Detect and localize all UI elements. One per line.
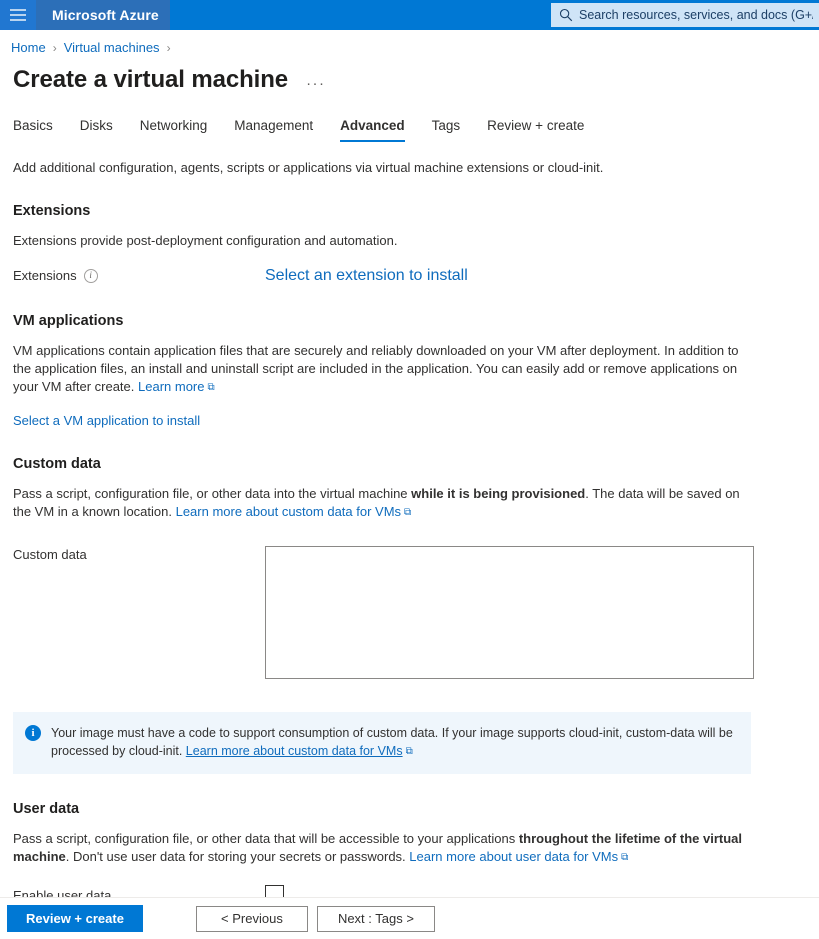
vm-applications-heading: VM applications — [13, 313, 124, 329]
more-actions-button[interactable]: ··· — [306, 69, 326, 92]
user-data-description-part2: . Don't use user data for storing your s… — [65, 849, 410, 864]
global-search-box[interactable]: Search resources, services, and docs (G+… — [551, 3, 819, 27]
panel-intro-text: Add additional configuration, agents, sc… — [13, 160, 604, 175]
next-tags-button[interactable]: Next : Tags > — [316, 905, 435, 932]
vm-applications-description-text: VM applications contain application file… — [13, 343, 739, 394]
tab-disks[interactable]: Disks — [80, 118, 113, 142]
user-data-heading: User data — [13, 801, 80, 817]
external-link-icon: ⧉ — [621, 852, 629, 863]
tab-advanced[interactable]: Advanced — [340, 118, 405, 142]
extensions-description: Extensions provide post-deployment confi… — [13, 233, 398, 248]
tab-networking[interactable]: Networking — [140, 118, 208, 142]
custom-data-field-label: Custom data — [13, 547, 87, 562]
extensions-field-label: Extensions — [13, 268, 77, 283]
breadcrumb-item-virtual-machines[interactable]: Virtual machines — [64, 40, 160, 55]
extensions-field-row: Extensions i Select an extension to inst… — [13, 267, 819, 285]
page-title: Create a virtual machine — [13, 66, 289, 93]
hamburger-icon — [10, 9, 26, 21]
global-nav-toggle-button[interactable] — [0, 0, 36, 30]
tab-management[interactable]: Management — [234, 118, 313, 142]
wizard-tabs: Basics Disks Networking Management Advan… — [13, 116, 611, 142]
previous-button[interactable]: < Previous — [195, 905, 308, 932]
breadcrumb-item-home[interactable]: Home — [11, 40, 46, 55]
custom-data-field-row: Custom data — [13, 546, 819, 679]
extensions-field-label-wrap: Extensions i — [13, 267, 265, 283]
select-vm-application-row: Select a VM application to install — [13, 413, 819, 428]
custom-data-info-banner: i Your image must have a code to support… — [13, 712, 751, 774]
breadcrumb-separator: › — [166, 40, 171, 55]
breadcrumb: Home › Virtual machines › — [11, 40, 178, 55]
external-link-icon: ⧉ — [404, 507, 412, 518]
breadcrumb-separator: › — [52, 40, 57, 55]
search-placeholder-text: Search resources, services, and docs (G+… — [579, 8, 813, 22]
extensions-heading: Extensions — [13, 203, 91, 219]
review-create-button[interactable]: Review + create — [7, 905, 143, 932]
advanced-tab-panel: Add additional configuration, agents, sc… — [0, 150, 819, 897]
user-data-description: Pass a script, configuration file, or ot… — [13, 830, 748, 867]
page-header: Create a virtual machine ··· — [13, 66, 326, 94]
tab-review-create[interactable]: Review + create — [487, 118, 584, 142]
info-circle-icon[interactable]: i — [83, 268, 98, 283]
wizard-footer: Review + create < Previous Next : Tags > — [0, 897, 819, 939]
select-vm-application-link[interactable]: Select a VM application to install — [13, 413, 200, 428]
banner-learn-more-link[interactable]: Learn more about custom data for VMs — [186, 744, 403, 758]
enable-user-data-row: Enable user data — [13, 885, 819, 897]
external-link-icon: ⧉ — [405, 746, 413, 757]
custom-data-description-bold: while it is being provisioned — [411, 486, 586, 501]
tab-tags[interactable]: Tags — [432, 118, 461, 142]
brand-label: Microsoft Azure — [52, 7, 159, 23]
user-data-description-part1: Pass a script, configuration file, or ot… — [13, 831, 519, 846]
enable-user-data-label: Enable user data — [13, 887, 112, 898]
custom-data-textarea[interactable] — [265, 546, 754, 679]
info-circle-filled-icon: i — [25, 725, 41, 741]
tab-basics[interactable]: Basics — [13, 118, 53, 142]
vm-applications-learn-more-link[interactable]: Learn more — [138, 379, 204, 394]
user-data-learn-more-link[interactable]: Learn more about user data for VMs — [409, 849, 618, 864]
search-icon — [559, 8, 573, 22]
banner-message: Your image must have a code to support c… — [51, 724, 737, 761]
custom-data-learn-more-link[interactable]: Learn more about custom data for VMs — [176, 504, 401, 519]
enable-user-data-checkbox[interactable] — [265, 885, 284, 897]
custom-data-description-part1: Pass a script, configuration file, or ot… — [13, 486, 412, 501]
external-link-icon: ⧉ — [207, 382, 215, 393]
custom-data-heading: Custom data — [13, 456, 101, 472]
azure-brand[interactable]: Microsoft Azure — [36, 0, 170, 30]
custom-data-description: Pass a script, configuration file, or ot… — [13, 485, 748, 522]
select-extension-link[interactable]: Select an extension to install — [265, 267, 468, 285]
vm-applications-description: VM applications contain application file… — [13, 342, 748, 397]
